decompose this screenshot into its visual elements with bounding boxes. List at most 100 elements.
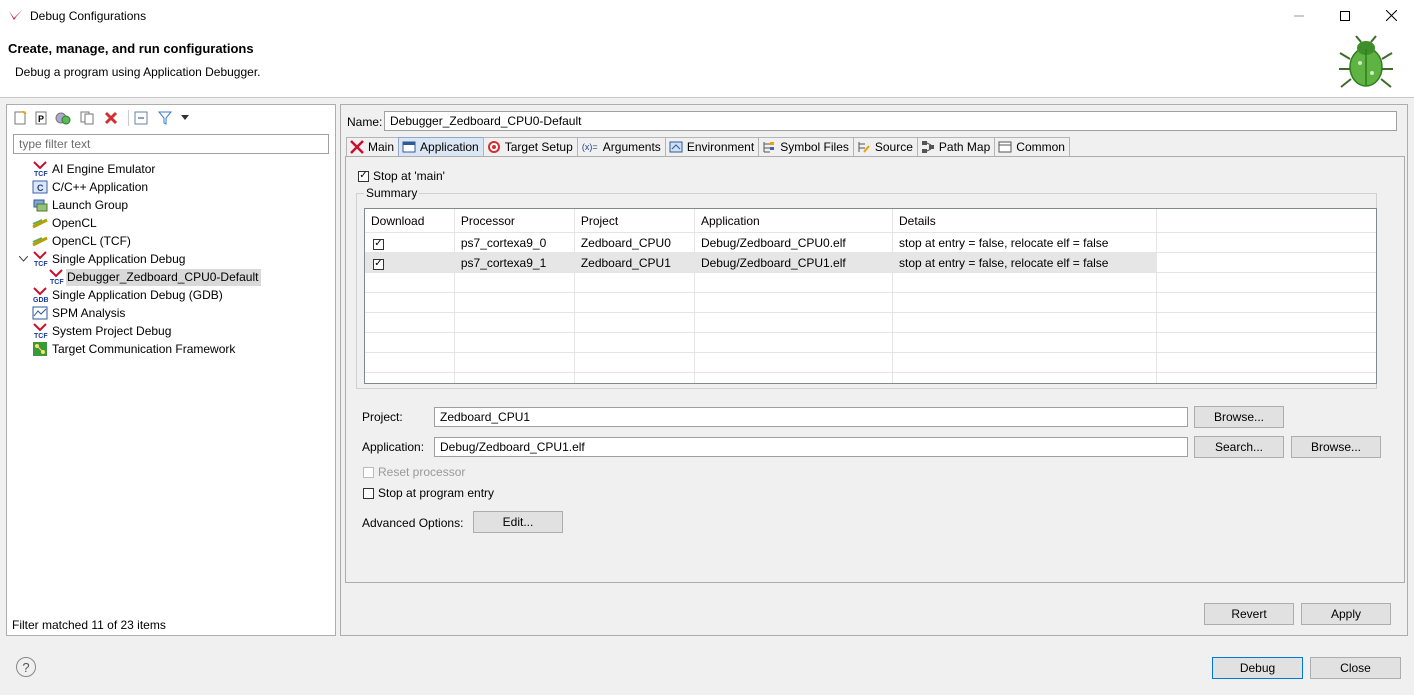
table-row[interactable]: ✓ ps7_cortexa9_0 Zedboard_CPU0 Debug/Zed… <box>365 232 1376 253</box>
target-icon <box>487 140 501 154</box>
project-browse-button[interactable]: Browse... <box>1194 406 1284 428</box>
revert-button[interactable]: Revert <box>1204 603 1294 625</box>
tree-item-cpp-application[interactable]: C C/C++ Application <box>7 178 335 196</box>
dialog-header: Create, manage, and run configurations D… <box>0 31 1414 98</box>
maximize-icon <box>1340 10 1350 21</box>
project-cell: Zedboard_CPU0 <box>574 232 695 253</box>
title-bar: Debug Configurations <box>0 0 1414 31</box>
tab-label: Arguments <box>602 140 661 154</box>
filter-icon[interactable] <box>157 110 173 126</box>
download-checkbox[interactable]: ✓ <box>373 258 384 270</box>
tree-item-label: SPM Analysis <box>52 306 126 320</box>
application-label: Application: <box>362 440 425 454</box>
close-button[interactable]: Close <box>1310 657 1401 679</box>
view-menu-icon[interactable] <box>177 110 193 126</box>
tab-label: Application <box>420 140 479 154</box>
name-input[interactable]: Debugger_Zedboard_CPU0-Default <box>384 111 1397 131</box>
column-header-details[interactable]: Details <box>892 209 1157 233</box>
application-search-button[interactable]: Search... <box>1194 436 1284 458</box>
tree-item-single-application-debug-gdb[interactable]: GDB Single Application Debug (GDB) <box>7 286 335 304</box>
launch-group-icon <box>32 197 48 213</box>
table-header-row: Download Processor Project Application D… <box>365 209 1376 233</box>
application-tab-panel: ✓ Stop at 'main' Summary Download Proces… <box>345 156 1405 583</box>
maximize-button[interactable] <box>1322 0 1368 31</box>
tree-item-system-project-debug[interactable]: TCF System Project Debug <box>7 322 335 340</box>
spm-icon <box>32 305 48 321</box>
gdb-icon: GDB <box>32 287 48 303</box>
details-cell: stop at entry = false, relocate elf = fa… <box>892 252 1157 273</box>
help-icon[interactable]: ? <box>16 657 36 677</box>
tree-item-spm-analysis[interactable]: SPM Analysis <box>7 304 335 322</box>
tree-item-target-communication-framework[interactable]: Target Communication Framework <box>7 340 335 358</box>
opencl-icon <box>32 215 48 231</box>
tree-item-debugger-zedboard-cpu0-default[interactable]: TCF Debugger_Zedboard_CPU0-Default <box>7 268 335 286</box>
empty-row <box>365 352 1376 373</box>
new-configuration-icon[interactable] <box>12 110 28 126</box>
download-checkbox[interactable]: ✓ <box>373 238 384 250</box>
column-header-application[interactable]: Application <box>694 209 894 233</box>
collapse-all-icon[interactable] <box>133 110 149 126</box>
checkbox-unchecked-icon <box>363 466 374 478</box>
toolbar-separator <box>128 110 129 126</box>
close-window-button[interactable] <box>1368 0 1414 31</box>
tree-item-label: Debugger_Zedboard_CPU0-Default <box>66 268 262 286</box>
tree-item-single-application-debug[interactable]: TCF Single Application Debug <box>7 250 335 268</box>
tab-main[interactable]: Main <box>346 137 400 156</box>
stop-at-main-checkbox[interactable]: ✓ Stop at 'main' <box>358 169 445 183</box>
c-app-icon: C <box>32 179 48 195</box>
filter-input[interactable] <box>13 134 329 154</box>
source-icon <box>857 140 871 154</box>
tcf-framework-icon <box>32 341 48 357</box>
tab-common[interactable]: Common <box>994 137 1070 156</box>
header-title: Create, manage, and run configurations <box>8 41 254 56</box>
processor-cell: ps7_cortexa9_1 <box>454 252 575 273</box>
export-icon[interactable] <box>55 110 71 126</box>
empty-row <box>365 312 1376 333</box>
tab-label: Main <box>368 140 395 154</box>
delete-icon[interactable] <box>103 110 119 126</box>
header-description: Debug a program using Application Debugg… <box>15 65 261 79</box>
reset-processor-label: Reset processor <box>378 465 466 479</box>
stop-at-program-entry-checkbox[interactable]: Stop at program entry <box>363 486 494 500</box>
column-header-processor[interactable]: Processor <box>454 209 575 233</box>
path-map-icon <box>921 140 935 154</box>
advanced-edit-button[interactable]: Edit... <box>473 511 563 533</box>
tree-item-opencl[interactable]: OpenCL <box>7 214 335 232</box>
apply-button[interactable]: Apply <box>1301 603 1391 625</box>
minimize-button[interactable] <box>1276 0 1322 31</box>
configuration-tree-panel: P TCF AI Engine Emulator C C/C++ Applica… <box>6 104 336 636</box>
tree-item-label: Single Application Debug (GDB) <box>52 288 223 302</box>
tab-application[interactable]: Application <box>398 137 484 156</box>
tab-source[interactable]: Source <box>852 137 918 156</box>
tab-environment[interactable]: Environment <box>664 137 760 156</box>
debug-button[interactable]: Debug <box>1212 657 1303 679</box>
duplicate-icon[interactable] <box>79 110 95 126</box>
column-header-download[interactable]: Download <box>365 209 455 233</box>
tree-item-opencl-tcf[interactable]: OpenCL (TCF) <box>7 232 335 250</box>
tab-target-setup[interactable]: Target Setup <box>482 137 578 156</box>
tree-item-launch-group[interactable]: Launch Group <box>7 196 335 214</box>
project-label: Project: <box>362 410 403 424</box>
symbol-files-icon <box>762 140 776 154</box>
project-field[interactable]: Zedboard_CPU1 <box>434 407 1188 427</box>
application-field[interactable]: Debug/Zedboard_CPU1.elf <box>434 437 1188 457</box>
xilinx-logo-icon <box>9 9 23 20</box>
tab-arguments[interactable]: (x)= Arguments <box>576 137 666 156</box>
column-header-project[interactable]: Project <box>574 209 695 233</box>
tab-symbol-files[interactable]: Symbol Files <box>758 137 854 156</box>
chevron-down-icon[interactable] <box>19 256 32 262</box>
tcf-icon: TCF <box>48 269 64 285</box>
xilinx-x-icon <box>350 140 364 154</box>
stop-at-main-label: Stop at 'main' <box>373 169 445 183</box>
tab-label: Path Map <box>938 140 991 154</box>
tcf-icon: TCF <box>32 251 48 267</box>
new-prototype-icon[interactable]: P <box>33 110 49 126</box>
table-row-selected[interactable]: ✓ ps7_cortexa9_1 Zedboard_CPU1 Debug/Zed… <box>365 252 1376 273</box>
tab-path-map[interactable]: Path Map <box>916 137 996 156</box>
variable-x-icon: (x)= <box>581 142 598 152</box>
summary-table: Download Processor Project Application D… <box>364 208 1377 384</box>
reset-processor-checkbox: Reset processor <box>363 465 465 479</box>
empty-row <box>365 332 1376 353</box>
application-browse-button[interactable]: Browse... <box>1291 436 1381 458</box>
tree-item-ai-engine-emulator[interactable]: TCF AI Engine Emulator <box>7 160 335 178</box>
